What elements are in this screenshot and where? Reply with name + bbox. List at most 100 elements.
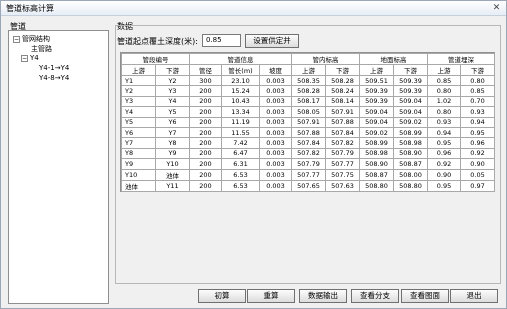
- table-cell[interactable]: Y6: [121, 126, 156, 139]
- table-cell[interactable]: 0.92: [460, 147, 495, 160]
- table-cell[interactable]: 508.87: [359, 168, 394, 181]
- table-cell[interactable]: 200: [189, 95, 222, 108]
- table-cell[interactable]: 11.19: [221, 116, 260, 128]
- table-cell[interactable]: Y9: [121, 158, 156, 170]
- table-cell[interactable]: 0.96: [460, 137, 495, 149]
- table-cell[interactable]: Y8: [155, 137, 190, 149]
- table-cell[interactable]: 0.95: [460, 126, 495, 139]
- table-cell[interactable]: 200: [189, 85, 222, 97]
- table-cell[interactable]: 508.14: [325, 95, 360, 108]
- tree-node-y4-8[interactable]: Y4-8→Y4: [39, 74, 69, 82]
- table-cell[interactable]: 508.90: [393, 147, 428, 160]
- table-cell[interactable]: 300: [189, 74, 222, 87]
- initial-calc-button[interactable]: 初算: [198, 289, 246, 303]
- table-cell[interactable]: 508.35: [291, 74, 326, 87]
- table-cell[interactable]: 0.003: [259, 126, 292, 139]
- tree-node-y4[interactable]: − Y4: [21, 54, 39, 62]
- collapse-icon[interactable]: −: [21, 54, 28, 62]
- table-cell[interactable]: Y3: [155, 85, 190, 97]
- table-cell[interactable]: 509.39: [393, 74, 428, 87]
- table-row[interactable]: Y8 Y9 200 6.47 0.003 507.82 507.79 508.98 508.90…: [121, 147, 495, 160]
- table-cell[interactable]: 507.91: [291, 116, 326, 128]
- table-cell[interactable]: 0.003: [259, 106, 292, 118]
- table-cell[interactable]: 0.97: [460, 179, 495, 192]
- table-cell[interactable]: 0.94: [427, 126, 461, 139]
- table-cell[interactable]: 507.75: [325, 168, 360, 181]
- table-cell[interactable]: 200: [189, 106, 222, 118]
- table-cell[interactable]: 200: [189, 158, 222, 170]
- table-cell[interactable]: 200: [189, 126, 222, 139]
- table-cell[interactable]: 1.02: [427, 95, 461, 108]
- table-cell[interactable]: 6.53: [221, 168, 260, 181]
- table-cell[interactable]: 507.91: [325, 106, 360, 118]
- table-row[interactable]: Y5 Y6 200 11.19 0.003 507.91 507.88 509.04 509.0…: [121, 116, 495, 128]
- table-cell[interactable]: 0.05: [460, 168, 495, 181]
- table-cell[interactable]: Y3: [121, 95, 156, 108]
- table-cell[interactable]: 508.00: [393, 168, 428, 181]
- table-cell[interactable]: 508.24: [325, 85, 360, 97]
- table-cell[interactable]: Y5: [155, 106, 190, 118]
- table-cell[interactable]: 509.39: [359, 95, 394, 108]
- view-plan-button[interactable]: 查看图面: [401, 289, 449, 303]
- table-cell[interactable]: 0.93: [427, 116, 461, 128]
- table-cell[interactable]: 507.82: [291, 147, 326, 160]
- table-cell[interactable]: 池体: [121, 179, 156, 192]
- table-row[interactable]: Y9 Y10 200 6.31 0.003 507.79 507.77 508.90 508.8…: [121, 158, 495, 170]
- table-cell[interactable]: 508.98: [393, 137, 428, 149]
- table-cell[interactable]: 0.95: [427, 179, 461, 192]
- table-cell[interactable]: Y11: [155, 179, 190, 192]
- table-cell[interactable]: 200: [189, 168, 222, 181]
- table-cell[interactable]: 509.02: [359, 126, 394, 139]
- table-cell[interactable]: Y4: [121, 106, 156, 118]
- table-cell[interactable]: 0.003: [259, 74, 292, 87]
- table-cell[interactable]: Y6: [155, 116, 190, 128]
- table-cell[interactable]: 507.88: [325, 116, 360, 128]
- table-cell[interactable]: 507.79: [325, 147, 360, 160]
- table-cell[interactable]: 0.94: [460, 116, 495, 128]
- table-cell[interactable]: 509.39: [393, 85, 428, 97]
- table-cell[interactable]: 0.95: [427, 137, 461, 149]
- table-cell[interactable]: Y1: [121, 74, 156, 87]
- table-cell[interactable]: Y2: [121, 85, 156, 97]
- table-cell[interactable]: 200: [189, 147, 222, 160]
- table-row[interactable]: Y6 Y7 200 11.55 0.003 507.88 507.84 509.02 508.9…: [121, 126, 495, 139]
- table-cell[interactable]: Y2: [155, 74, 190, 87]
- table-cell[interactable]: 508.98: [359, 147, 394, 160]
- table-cell[interactable]: 0.90: [460, 158, 495, 170]
- table-cell[interactable]: 0.003: [259, 85, 292, 97]
- table-cell[interactable]: Y9: [155, 147, 190, 160]
- table-cell[interactable]: 池体: [155, 168, 190, 181]
- close-icon[interactable]: ✕: [490, 2, 503, 14]
- table-cell[interactable]: 507.79: [291, 158, 326, 170]
- table-row[interactable]: Y2 Y3 200 15.24 0.003 508.28 508.24 509.39 509.3…: [121, 85, 495, 97]
- table-cell[interactable]: 507.65: [291, 179, 326, 192]
- table-row[interactable]: Y7 Y8 200 7.42 0.003 507.84 507.82 508.99 508.98…: [121, 137, 495, 149]
- table-cell[interactable]: 508.28: [325, 74, 360, 87]
- table-cell[interactable]: 15.24: [221, 85, 260, 97]
- table-cell[interactable]: Y7: [121, 137, 156, 149]
- table-cell[interactable]: 507.84: [291, 137, 326, 149]
- exit-button[interactable]: 退出: [450, 289, 498, 303]
- table-cell[interactable]: 508.05: [291, 106, 326, 118]
- table-cell[interactable]: 507.82: [325, 137, 360, 149]
- pipe-tree[interactable]: − 管网结构 主管路 − Y4 Y4-1→Y4 Y4-8→Y4: [8, 30, 109, 304]
- table-cell[interactable]: 6.53: [221, 179, 260, 192]
- table-cell[interactable]: 508.80: [359, 179, 394, 192]
- table-cell[interactable]: 0.85: [460, 85, 495, 97]
- table-cell[interactable]: 508.87: [393, 158, 428, 170]
- table-cell[interactable]: 23.10: [221, 74, 260, 87]
- table-cell[interactable]: 509.02: [393, 116, 428, 128]
- table-cell[interactable]: 200: [189, 137, 222, 149]
- table-cell[interactable]: 0.003: [259, 147, 292, 160]
- table-cell[interactable]: Y10: [155, 158, 190, 170]
- table-cell[interactable]: 509.51: [359, 74, 394, 87]
- recalc-button[interactable]: 重算: [247, 289, 295, 303]
- table-cell[interactable]: 13.34: [221, 106, 260, 118]
- table-cell[interactable]: 6.47: [221, 147, 260, 160]
- table-row[interactable]: Y3 Y4 200 10.43 0.003 508.17 508.14 509.39 509.0…: [121, 95, 495, 108]
- table-cell[interactable]: Y7: [155, 126, 190, 139]
- table-cell[interactable]: 507.77: [291, 168, 326, 181]
- table-cell[interactable]: 508.99: [359, 137, 394, 149]
- table-cell[interactable]: 0.93: [460, 106, 495, 118]
- table-cell[interactable]: 0.80: [427, 106, 461, 118]
